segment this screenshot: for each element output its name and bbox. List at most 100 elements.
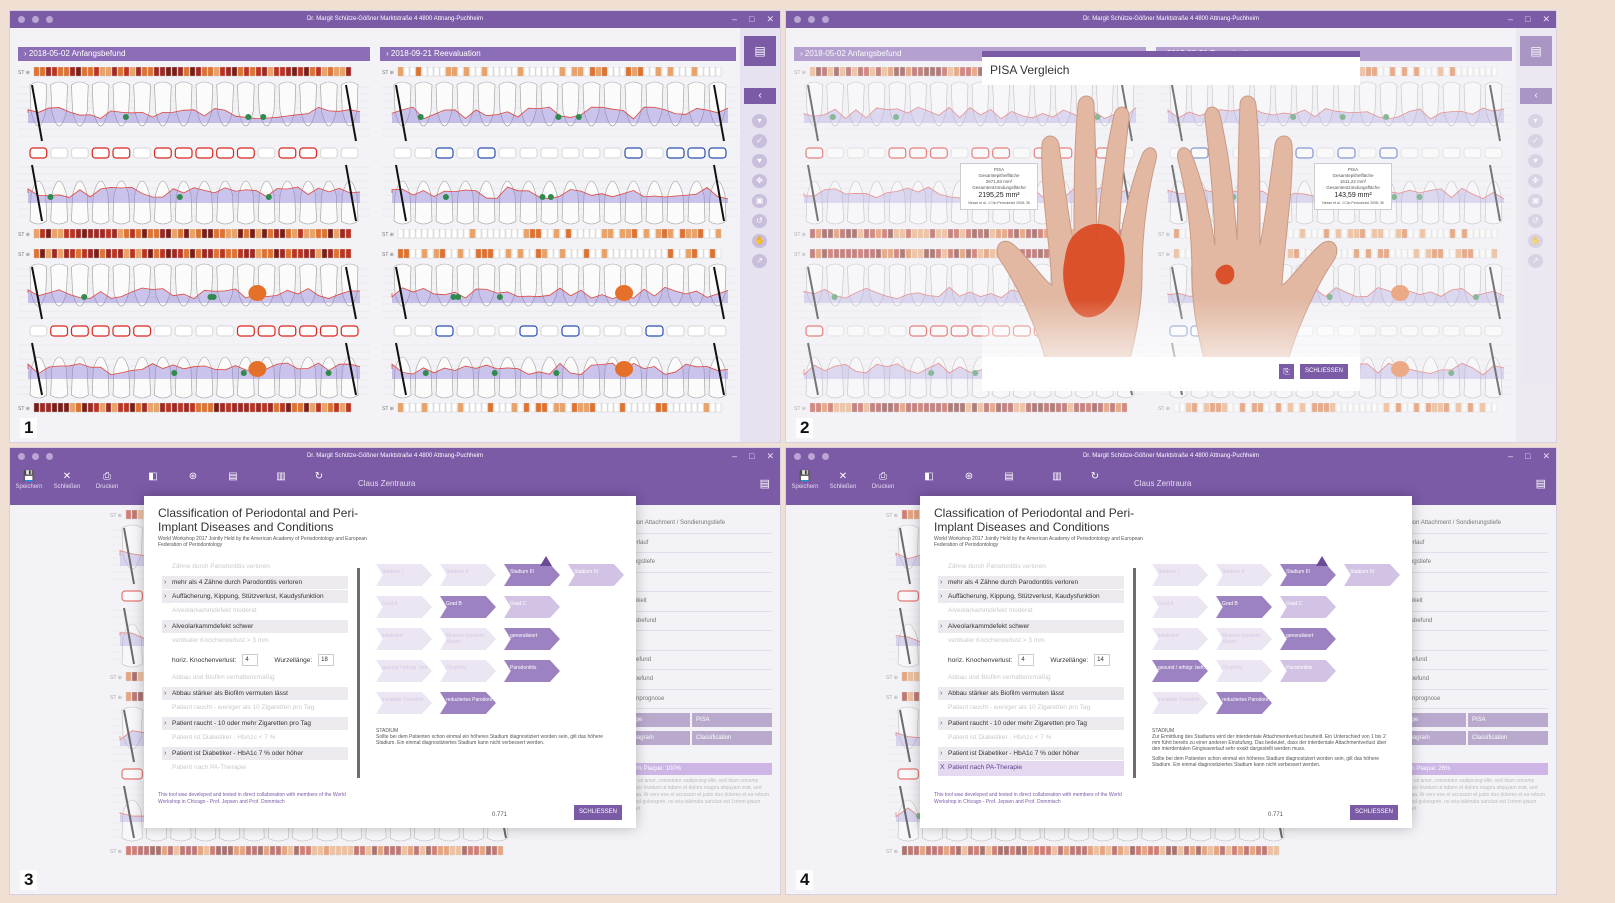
compare-button[interactable]: ⊛: [952, 471, 986, 484]
close-icon[interactable]: ✕: [1542, 448, 1550, 465]
criterion-item[interactable]: › mehr als 4 Zähne durch Parodontitis ver…: [162, 576, 348, 589]
criterion-item[interactable]: › Alveolarkammdefekt schwer: [938, 620, 1124, 633]
report-button[interactable]: ▥: [264, 471, 298, 484]
panel-toggle-icon[interactable]: ▤: [1536, 477, 1546, 490]
minimize-icon[interactable]: –: [1508, 11, 1513, 28]
dot-close[interactable]: [18, 16, 25, 23]
hand-icon[interactable]: ✋: [752, 234, 767, 248]
dot-min[interactable]: [808, 453, 815, 460]
classification-chevron[interactable]: lokalisiert: [1152, 628, 1208, 650]
view-button[interactable]: ◧: [912, 471, 946, 484]
filter-icon[interactable]: ▾: [1528, 114, 1543, 128]
print-button[interactable]: ⎙ Drucken: [866, 471, 900, 490]
move-icon[interactable]: ✥: [752, 174, 767, 188]
dot-close[interactable]: [18, 453, 25, 460]
criterion-item[interactable]: vertikaler Knochenverlust > 3 mm: [938, 634, 1124, 649]
criterion-item[interactable]: › mehr als 4 Zähne durch Parodontitis ver…: [938, 576, 1124, 589]
dot-min[interactable]: [32, 453, 39, 460]
classification-chevron[interactable]: reduziertes Parodont: [440, 692, 496, 714]
classification-chevron[interactable]: instabiler Parodont: [376, 692, 432, 714]
classification-chevron[interactable]: Parodontitis: [1280, 660, 1336, 682]
classification-chevron[interactable]: Grad C: [1280, 596, 1336, 618]
classification-chevron[interactable]: Grad B: [1216, 596, 1272, 618]
classification-chevron[interactable]: generalisiert: [504, 628, 560, 650]
pisa-button[interactable]: PISA: [692, 713, 772, 727]
criterion-item[interactable]: Patient raucht - weniger als 10 Zigarett…: [162, 701, 348, 716]
panel-toggle-icon[interactable]: ▤: [744, 36, 776, 66]
heart-icon[interactable]: ♥: [752, 154, 767, 168]
classification-chevron[interactable]: Grad C: [504, 596, 560, 618]
close-button[interactable]: ✕ Schließen: [826, 471, 860, 490]
view-button[interactable]: ◧: [136, 471, 170, 484]
maximize-icon[interactable]: □: [1525, 11, 1530, 28]
classification-chevron[interactable]: Stadium I: [1152, 564, 1208, 586]
classification-chevron[interactable]: generalisiert: [1280, 628, 1336, 650]
move-icon[interactable]: ✥: [1528, 174, 1543, 188]
compare-button[interactable]: ⊛: [176, 471, 210, 484]
classification-chevron[interactable]: lokalisiert: [376, 628, 432, 650]
horiz-bone-loss-input[interactable]: 4: [1018, 654, 1035, 666]
criterion-item[interactable]: Patient ist Diabetiker - HbA1c < 7 %: [162, 731, 348, 746]
collapse-arrow-icon[interactable]: ‹: [1520, 88, 1552, 104]
criterion-item[interactable]: › Patient ist Diabetiker - HbA1c 7 % oder…: [162, 747, 348, 760]
criterion-item[interactable]: Abbau und Biofilm verhaltensmäßig: [162, 671, 348, 686]
classification-chevron[interactable]: gesund / erfolgr. beh.: [376, 660, 432, 682]
print-icon[interactable]: ▣: [752, 194, 767, 208]
criterion-item[interactable]: X Patient nach PA-Therapie: [938, 761, 1124, 776]
dot-close[interactable]: [794, 16, 801, 23]
history-icon[interactable]: ↺: [752, 214, 767, 228]
save-button[interactable]: 💾 Speichern: [12, 471, 46, 490]
report-button[interactable]: ▥: [1040, 471, 1074, 484]
dot-min[interactable]: [32, 16, 39, 23]
criterion-item[interactable]: › Patient raucht - 10 oder mehr Zigarette…: [162, 717, 348, 730]
refresh-button[interactable]: ↻: [1078, 471, 1112, 484]
criterion-item[interactable]: Zähne durch Parodontitis verloren: [938, 560, 1124, 575]
print-button[interactable]: ⎙ Drucken: [90, 471, 124, 490]
classification-close-button[interactable]: SCHLIESSEN: [1350, 805, 1398, 820]
panel-toggle-icon[interactable]: ▤: [1520, 36, 1552, 66]
check-icon[interactable]: ✓: [1528, 134, 1543, 148]
classification-button[interactable]: Classification: [692, 731, 772, 745]
heart-icon[interactable]: ♥: [1528, 154, 1543, 168]
classification-chevron[interactable]: Stadium IV: [1344, 564, 1400, 586]
panel-toggle-icon[interactable]: ▤: [760, 477, 770, 490]
trend-icon[interactable]: ↗: [1528, 254, 1543, 268]
criterion-item[interactable]: Patient raucht - weniger als 10 Zigarett…: [938, 701, 1124, 716]
classification-chevron[interactable]: Stadium III: [504, 564, 560, 586]
dot-max[interactable]: [822, 16, 829, 23]
minimize-icon[interactable]: –: [732, 11, 737, 28]
maximize-icon[interactable]: □: [749, 448, 754, 465]
print-icon[interactable]: ▣: [1528, 194, 1543, 208]
minimize-icon[interactable]: –: [1508, 448, 1513, 465]
root-length-input[interactable]: 14: [1094, 654, 1111, 666]
pisa-button[interactable]: PISA: [1468, 713, 1548, 727]
hand-icon[interactable]: ✋: [1528, 234, 1543, 248]
criterion-item[interactable]: vertikaler Knochenverlust > 3 mm: [162, 634, 348, 649]
pisa-close-button[interactable]: SCHLIESSEN: [1300, 364, 1348, 379]
classification-chevron[interactable]: Parodontitis: [504, 660, 560, 682]
classification-chevron[interactable]: gesund / erfolgr. beh.: [1152, 660, 1208, 682]
document-button[interactable]: ▤: [216, 471, 250, 484]
root-length-input[interactable]: 18: [318, 654, 335, 666]
minimize-icon[interactable]: –: [732, 448, 737, 465]
classification-chevron[interactable]: Grad B: [440, 596, 496, 618]
classification-chevron[interactable]: Grad A: [1152, 596, 1208, 618]
close-button[interactable]: ✕ Schließen: [50, 471, 84, 490]
maximize-icon[interactable]: □: [749, 11, 754, 28]
dot-max[interactable]: [46, 453, 53, 460]
criterion-item[interactable]: Abbau und Biofilm verhaltensmäßig: [938, 671, 1124, 686]
classification-chevron[interactable]: Stadium II: [440, 564, 496, 586]
criterion-item[interactable]: › Abbau stärker als Biofilm vermuten läss…: [938, 687, 1124, 700]
criterion-item[interactable]: Alveolarkammdefekt moderat: [938, 604, 1124, 619]
criterion-item[interactable]: › Patient raucht - 10 oder mehr Zigarette…: [938, 717, 1124, 730]
dot-max[interactable]: [46, 16, 53, 23]
check-icon[interactable]: ✓: [752, 134, 767, 148]
criterion-item[interactable]: Patient nach PA-Therapie: [162, 761, 348, 776]
classification-chevron[interactable]: Molaren-Inzisiven Muster: [440, 628, 496, 650]
maximize-icon[interactable]: □: [1525, 448, 1530, 465]
criterion-item[interactable]: Zähne durch Parodontitis verloren: [162, 560, 348, 575]
classification-chevron[interactable]: Stadium III: [1280, 564, 1336, 586]
criterion-item[interactable]: › Abbau stärker als Biofilm vermuten läss…: [162, 687, 348, 700]
classification-chevron[interactable]: Stadium I: [376, 564, 432, 586]
document-button[interactable]: ▤: [992, 471, 1026, 484]
